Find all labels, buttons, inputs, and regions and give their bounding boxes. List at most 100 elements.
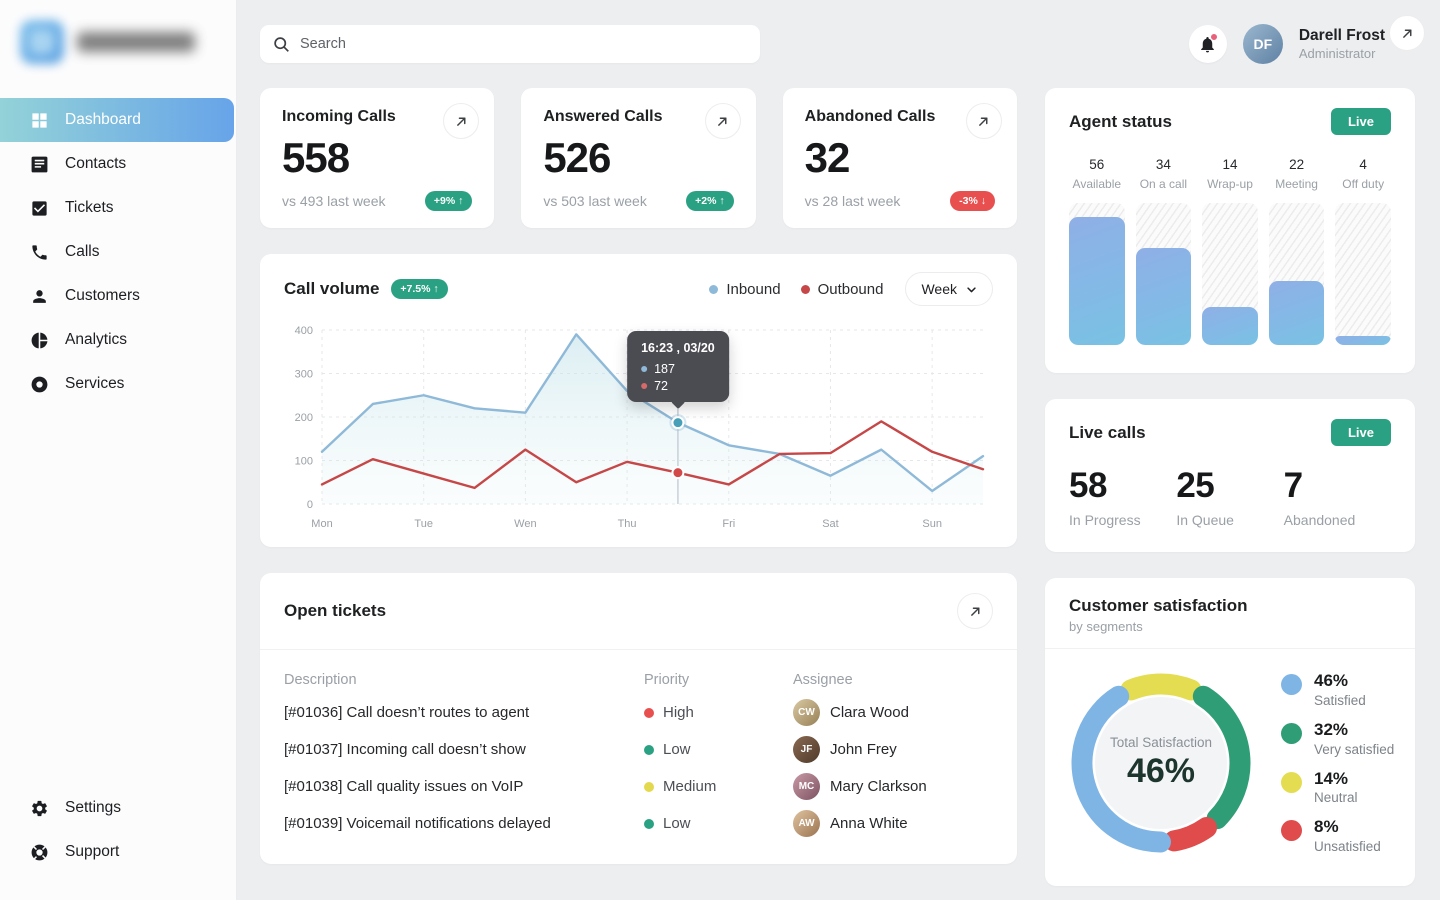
agent-status-card: Agent status Live 56Available34On a call… [1045,88,1415,373]
agent-bar-track [1136,203,1192,345]
search-bar[interactable] [260,25,760,63]
circle-dot-icon [30,375,49,394]
svg-text:Wen: Wen [514,518,536,530]
nav-item-label: Services [65,375,124,393]
sidebar-item-analytics[interactable]: Analytics [0,318,236,362]
call-volume-chart: 0100200300400MonTueWenThuFriSatSun 16:23… [284,318,993,541]
svg-text:Sun: Sun [922,518,942,530]
sidebar-item-tickets[interactable]: Tickets [0,186,236,230]
agent-bar-track [1269,203,1325,345]
agent-bar-track [1335,203,1391,345]
brand-logo-icon [20,20,64,64]
ticket-priority: Low [644,741,793,758]
agent-status-meeting: 22Meeting [1269,157,1325,345]
agent-status-available: 56Available [1069,157,1125,345]
legend-dot [1281,723,1302,744]
nav-item-label: Analytics [65,331,127,349]
live-stat-in-queue: 25In Queue [1176,466,1283,528]
main-area: DF Darell Frost Administrator Incoming C… [237,0,1440,900]
assignee-name: John Frey [830,741,897,758]
open-tickets-header: Open tickets [260,573,1017,650]
sidebar-item-settings[interactable]: Settings [0,786,236,830]
tickets-column-header: Priority [644,660,793,694]
agent-label: Wrap-up [1202,177,1258,191]
sidebar-item-services[interactable]: Services [0,362,236,406]
sidebar-footer-nav: Settings Support [0,786,236,874]
contact-book-icon [30,155,49,174]
customer-satisfaction-title: Customer satisfaction [1069,596,1248,616]
legend-dot [1281,674,1302,695]
open-tickets-table: DescriptionPriorityAssignee[#01036] Call… [260,650,1017,842]
arrow-up-right-icon [455,115,468,128]
sidebar-nav: DashboardContactsTicketsCallsCustomers An… [0,98,236,406]
dashboard-content: Incoming Calls558vs 493 last week+9% ↑An… [260,88,1415,886]
live-stat-in-progress: 58In Progress [1069,466,1176,528]
legend-label: Outbound [818,281,884,298]
brand-logo-text-blurred [77,32,195,52]
kpi-value: 558 [282,134,472,182]
kpi-delta-badge: -3% ↓ [950,191,995,211]
search-input[interactable] [300,36,747,52]
ticket-description: [#01036] Call doesn’t routes to agent [284,694,644,731]
satisfaction-legend-item-satisfied: 46% Satisfied [1281,672,1395,708]
priority-dot [644,745,654,755]
open-tickets-title: Open tickets [284,601,386,621]
nav-item-label: Support [65,843,119,861]
nav-item-label: Settings [65,799,121,817]
legend-label: Very satisfied [1314,742,1394,757]
range-selector-value: Week [921,281,957,297]
open-tickets-expand-button[interactable] [957,593,993,629]
agent-bar-fill [1269,281,1325,345]
tooltip-inbound-dot [641,366,647,372]
svg-text:200: 200 [295,412,313,424]
live-stat-value: 7 [1284,466,1391,506]
ticket-check-icon [30,199,49,218]
kpi-expand-button[interactable] [966,103,1002,139]
kpi-expand-button[interactable] [705,103,741,139]
notifications-button[interactable] [1189,25,1227,63]
user-avatar[interactable]: DF [1243,24,1283,64]
customer-satisfaction-expand-button[interactable] [1389,15,1425,51]
grid-icon [30,111,49,130]
kpi-card-answered-calls: Answered Calls526vs 503 last week+2% ↑ [521,88,755,228]
notification-dot [1210,33,1218,41]
satisfaction-legend-item-neutral: 14%Neutral [1281,770,1395,806]
assignee-avatar: JF [793,736,820,763]
topbar: DF Darell Frost Administrator [260,0,1415,88]
customer-satisfaction-body: Total Satisfaction 46% 46%Satisfied32%Ve… [1045,649,1415,861]
kpi-expand-button[interactable] [443,103,479,139]
assignee-avatar: CW [793,699,820,726]
live-badge: Live [1331,108,1391,135]
agent-count: 22 [1269,157,1325,172]
assignee-avatar: AW [793,810,820,837]
svg-text:Thu: Thu [618,518,637,530]
sidebar-item-support[interactable]: Support [0,830,236,874]
sidebar-item-calls[interactable]: Calls [0,230,236,274]
sidebar-item-dashboard[interactable]: Dashboard [0,98,234,142]
tickets-column-header: Assignee [793,660,993,694]
agent-bar-track [1069,203,1125,345]
tooltip-outbound-value: 72 [654,379,668,393]
legend-dot [1281,820,1302,841]
assignee-name: Anna White [830,815,908,832]
kpi-value: 526 [543,134,733,182]
legend-percent: 46% [1314,672,1366,691]
ticket-priority: High [644,704,793,721]
agent-count: 34 [1136,157,1192,172]
agent-bar-track [1202,203,1258,345]
ticket-assignee: MCMary Clarkson [793,773,993,800]
ticket-priority: Low [644,815,793,832]
tooltip-outbound-dot [641,383,647,389]
phone-icon [30,243,49,262]
sidebar-item-customers[interactable]: Customers [0,274,236,318]
legend-label: Satisfied [1314,693,1366,708]
kpi-card-incoming-calls: Incoming Calls558vs 493 last week+9% ↑ [260,88,494,228]
agent-status-wrap-up: 14Wrap-up [1202,157,1258,345]
search-icon [273,36,290,53]
sidebar-item-contacts[interactable]: Contacts [0,142,236,186]
chevron-down-icon [966,284,977,295]
svg-text:Sat: Sat [822,518,839,530]
donut-center-label: Total Satisfaction [1110,735,1212,750]
range-selector[interactable]: Week [905,272,993,306]
priority-dot [644,708,654,718]
